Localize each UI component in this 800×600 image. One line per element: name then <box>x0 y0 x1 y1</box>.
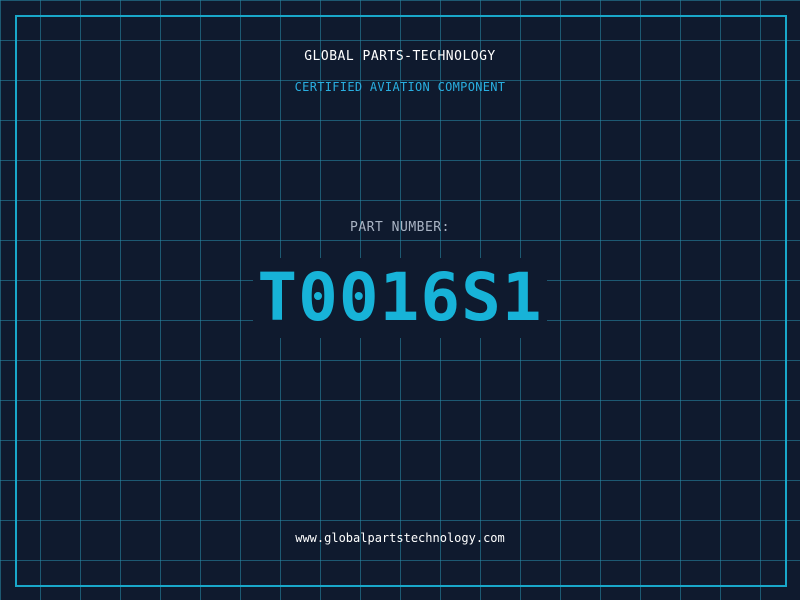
certification-subtitle: CERTIFIED AVIATION COMPONENT <box>294 80 506 94</box>
part-label-card: GLOBAL PARTS-TECHNOLOGY CERTIFIED AVIATI… <box>0 0 800 600</box>
part-number-display: T0016S1 <box>0 258 800 338</box>
part-number-label: PART NUMBER: <box>350 220 450 235</box>
website-url: www.globalpartstechnology.com <box>295 531 505 545</box>
part-number-value: T0016S1 <box>253 258 547 338</box>
company-name: GLOBAL PARTS-TECHNOLOGY <box>304 49 496 64</box>
